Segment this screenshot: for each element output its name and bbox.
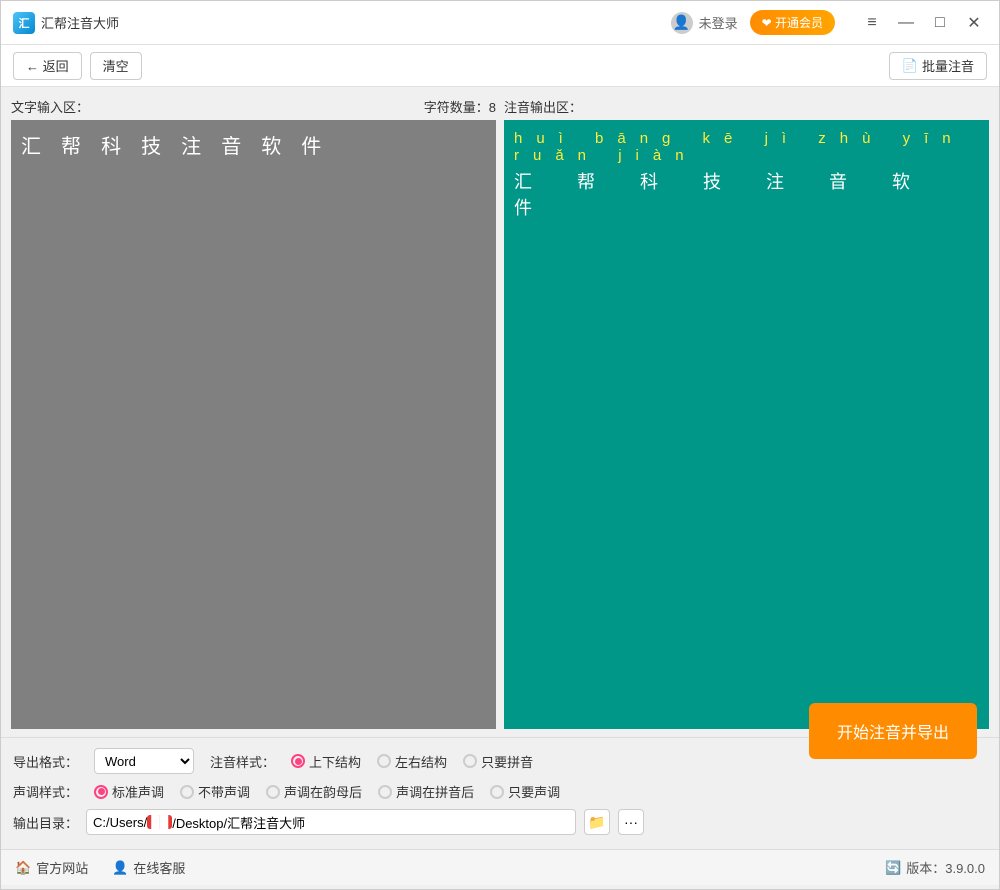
refresh-icon: 🔄 <box>885 860 901 876</box>
tone-style-label: 声调样式： <box>13 782 78 801</box>
service-item[interactable]: 👤 在线客服 <box>112 858 185 877</box>
output-dir-row: 输出目录： C:/Users/ ██ /Desktop/汇帮注音大师 📁 ··· <box>13 809 987 835</box>
tone-only-radio[interactable] <box>490 785 504 799</box>
batch-button[interactable]: 📄 批量注音 <box>889 52 987 80</box>
minimize-button[interactable]: — <box>893 10 919 36</box>
pinyin-output-line: huì bāng kē jì zhù yīn ruǎn jiàn <box>514 130 979 164</box>
format-label: 导出格式： <box>13 752 78 771</box>
toolbar: ← 返回 清空 📄 批量注音 <box>1 45 999 87</box>
style-top-bottom-radio[interactable] <box>291 754 305 768</box>
website-label: 官方网站 <box>36 858 88 877</box>
output-dir-label: 输出目录： <box>13 813 78 832</box>
input-area-label: 文字输入区： <box>11 97 89 116</box>
tone-standard-radio[interactable] <box>94 785 108 799</box>
tone-after-rhyme-radio[interactable] <box>266 785 280 799</box>
pinyin-style-label: 注音样式： <box>210 752 275 771</box>
tone-after-pinyin[interactable]: 声调在拼音后 <box>378 782 474 801</box>
format-row: 导出格式： Word Excel PDF TXT 注音样式： 上下结构 左右结构… <box>13 748 987 774</box>
settings-area: 导出格式： Word Excel PDF TXT 注音样式： 上下结构 左右结构… <box>1 737 999 849</box>
style-pinyin-only-radio[interactable] <box>463 754 477 768</box>
tone-only[interactable]: 只要声调 <box>490 782 560 801</box>
maximize-button[interactable]: □ <box>927 10 953 36</box>
app-title: 汇帮注音大师 <box>41 13 671 32</box>
user-label: 未登录 <box>699 13 738 32</box>
window-controls: ≡ — □ ✕ <box>859 10 987 36</box>
style-left-right[interactable]: 左右结构 <box>377 752 447 771</box>
tone-row: 声调样式： 标准声调 不带声调 声调在韵母后 声调在拼音后 只要声调 <box>13 782 987 801</box>
dir-path-suffix: /Desktop/汇帮注音大师 <box>172 813 305 832</box>
user-avatar-icon: 👤 <box>671 12 693 34</box>
panels-container: 文字输入区： 字符数量：8 汇 帮 科 技 注 音 软 件 注音输出区： huì… <box>1 87 999 737</box>
dir-more-button[interactable]: ··· <box>618 809 644 835</box>
title-bar: 汇 汇帮注音大师 👤 未登录 ❤ 开通会员 ≡ — □ ✕ <box>1 1 999 45</box>
text-input-area[interactable]: 汇 帮 科 技 注 音 软 件 <box>11 120 496 729</box>
main-area: 文字输入区： 字符数量：8 汇 帮 科 技 注 音 软 件 注音输出区： huì… <box>1 87 999 737</box>
app-logo: 汇 <box>13 12 35 34</box>
tone-none-radio[interactable] <box>180 785 194 799</box>
tone-style-group: 标准声调 不带声调 声调在韵母后 声调在拼音后 只要声调 <box>94 782 560 801</box>
tone-after-rhyme[interactable]: 声调在韵母后 <box>266 782 362 801</box>
char-count-label: 字符数量：8 <box>424 97 496 116</box>
start-button[interactable]: 开始注音并导出 <box>809 703 977 759</box>
back-button[interactable]: ← 返回 <box>13 52 82 80</box>
website-item[interactable]: 🏠 官方网站 <box>15 858 88 877</box>
dir-path-prefix: C:/Users/ <box>93 815 147 830</box>
home-icon: 🏠 <box>15 860 31 876</box>
output-panel-header: 注音输出区： <box>504 95 989 120</box>
output-display-area: huì bāng kē jì zhù yīn ruǎn jiàn 汇 帮 科 技… <box>504 120 989 729</box>
service-icon: 👤 <box>112 860 128 876</box>
menu-button[interactable]: ≡ <box>859 10 885 36</box>
vip-button[interactable]: ❤ 开通会员 <box>750 10 835 35</box>
input-panel-wrapper: 文字输入区： 字符数量：8 汇 帮 科 技 注 音 软 件 <box>11 95 496 729</box>
status-bar: 🏠 官方网站 👤 在线客服 🔄 版本：3.9.0.0 <box>1 849 999 885</box>
user-area: 👤 未登录 <box>671 12 738 34</box>
close-button[interactable]: ✕ <box>961 10 987 36</box>
clear-button[interactable]: 清空 <box>90 52 142 80</box>
dir-path-user: ██ <box>147 815 172 829</box>
output-panel-wrapper: 注音输出区： huì bāng kē jì zhù yīn ruǎn jiàn … <box>504 95 989 729</box>
format-select[interactable]: Word Excel PDF TXT <box>94 748 194 774</box>
version-label: 版本：3.9.0.0 <box>906 858 985 877</box>
version-info: 🔄 版本：3.9.0.0 <box>885 858 985 877</box>
hanzi-output-line: 汇 帮 科 技 注 音 软 件 <box>514 168 979 220</box>
tone-none[interactable]: 不带声调 <box>180 782 250 801</box>
style-left-right-radio[interactable] <box>377 754 391 768</box>
tone-after-pinyin-radio[interactable] <box>378 785 392 799</box>
service-label: 在线客服 <box>133 858 185 877</box>
output-area-label: 注音输出区： <box>504 97 582 116</box>
dir-browse-button[interactable]: 📁 <box>584 809 610 835</box>
style-pinyin-only[interactable]: 只要拼音 <box>463 752 533 771</box>
input-panel-header: 文字输入区： 字符数量：8 <box>11 95 496 120</box>
tone-standard[interactable]: 标准声调 <box>94 782 164 801</box>
style-top-bottom[interactable]: 上下结构 <box>291 752 361 771</box>
output-dir-display: C:/Users/ ██ /Desktop/汇帮注音大师 <box>86 809 576 835</box>
pinyin-style-group: 上下结构 左右结构 只要拼音 <box>291 752 533 771</box>
batch-icon: 📄 <box>902 58 918 74</box>
